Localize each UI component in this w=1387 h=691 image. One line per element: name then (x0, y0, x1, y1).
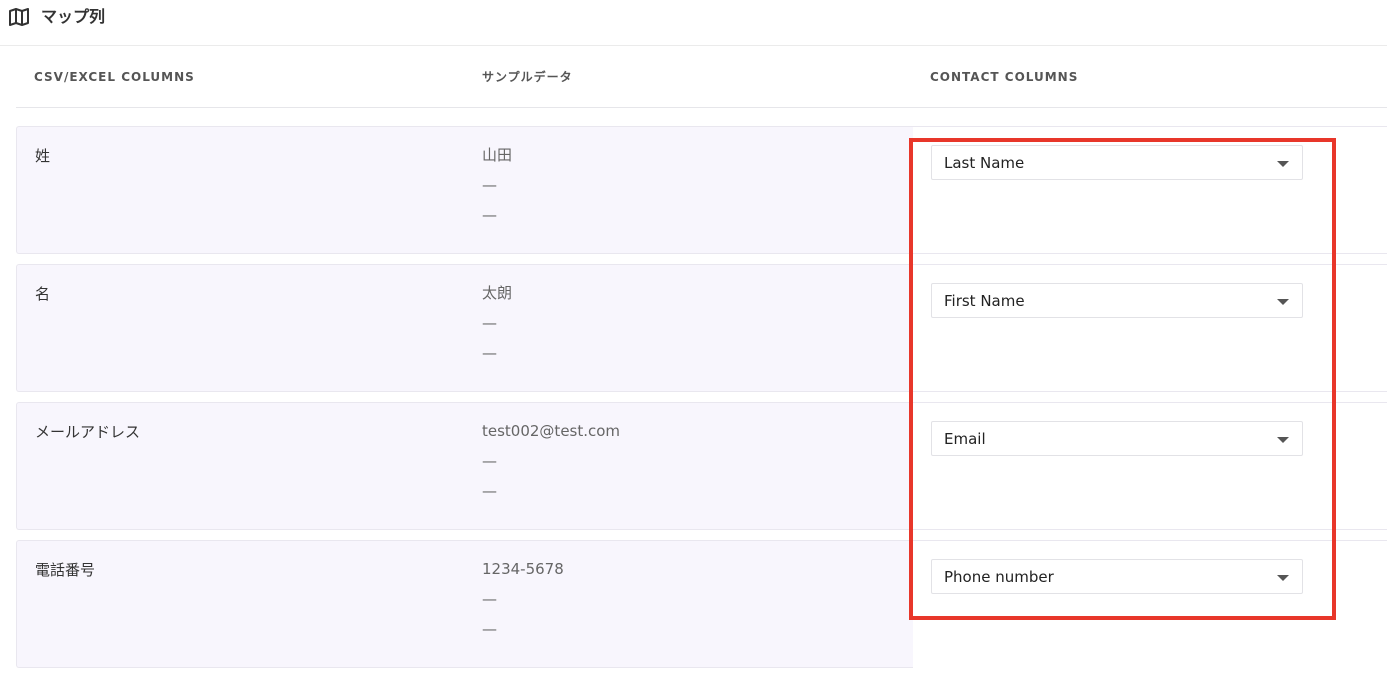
select-value: First Name (944, 292, 1025, 310)
source-column-label: 姓 (35, 147, 51, 165)
row-background (16, 264, 913, 392)
map-icon (9, 8, 29, 26)
contact-column-select[interactable]: Phone number (931, 559, 1303, 594)
sample-value: — (482, 590, 497, 608)
table-row: 電話番号 1234-5678 — — Phone number (16, 540, 1387, 668)
row-background (16, 540, 913, 668)
row-background (16, 402, 913, 530)
page-title: マップ列 (41, 7, 106, 26)
table-header: CSV/EXCEL COLUMNS サンプルデータ CONTACT COLUMN… (16, 47, 1387, 108)
chevron-down-icon (1277, 299, 1289, 305)
table-row: メールアドレス test002@test.com — — Email (16, 402, 1387, 530)
sample-value: — (482, 176, 497, 194)
page-header: マップ列 (0, 0, 1387, 46)
chevron-down-icon (1277, 161, 1289, 167)
sample-value: — (482, 344, 497, 362)
sample-value: 1234-5678 (482, 560, 564, 578)
sample-value: — (482, 482, 497, 500)
source-column-label: メールアドレス (35, 423, 141, 441)
row-background (16, 126, 913, 254)
sample-value: — (482, 206, 497, 224)
source-column-label: 名 (35, 285, 51, 303)
source-column-label: 電話番号 (35, 561, 96, 579)
sample-value: — (482, 620, 497, 638)
sample-value: 山田 (482, 146, 513, 164)
sample-value: — (482, 452, 497, 470)
chevron-down-icon (1277, 575, 1289, 581)
sample-value: test002@test.com (482, 422, 621, 440)
contact-column-select[interactable]: Last Name (931, 145, 1303, 180)
table-row: 姓 山田 — — Last Name (16, 126, 1387, 254)
sample-value: 太朗 (482, 284, 513, 302)
select-value: Email (944, 430, 986, 448)
column-header-source: CSV/EXCEL COLUMNS (34, 70, 195, 84)
contact-column-select[interactable]: Email (931, 421, 1303, 456)
contact-column-select[interactable]: First Name (931, 283, 1303, 318)
chevron-down-icon (1277, 437, 1289, 443)
column-header-sample: サンプルデータ (482, 70, 573, 84)
sample-value: — (482, 314, 497, 332)
column-header-contact: CONTACT COLUMNS (930, 70, 1079, 84)
table-row: 名 太朗 — — First Name (16, 264, 1387, 392)
select-value: Phone number (944, 568, 1054, 586)
select-value: Last Name (944, 154, 1025, 172)
